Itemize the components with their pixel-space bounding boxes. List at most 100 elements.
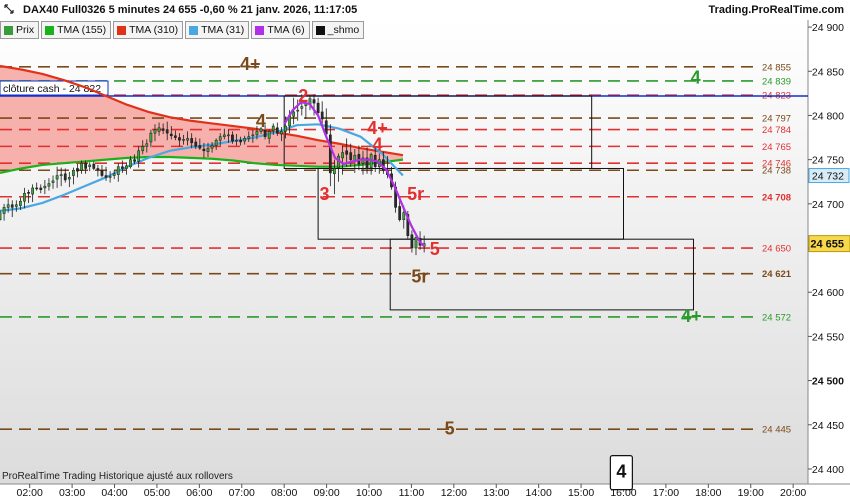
candle-body xyxy=(63,173,67,181)
level-label: 24 765 xyxy=(762,142,791,153)
candle-body xyxy=(398,206,402,220)
candle-body xyxy=(214,139,218,146)
candle-body xyxy=(169,133,173,137)
legend-label: TMA (155) xyxy=(57,24,107,36)
legend-swatch xyxy=(45,25,55,35)
candle-body xyxy=(14,204,18,207)
legend-item[interactable]: _shmo xyxy=(311,21,365,39)
candle-body xyxy=(284,125,287,132)
signal-label: 5 xyxy=(430,239,440,259)
legend-label: _shmo xyxy=(327,24,360,36)
candle-body xyxy=(88,164,92,167)
candle-body xyxy=(92,163,96,169)
candle-body xyxy=(271,125,275,131)
signal-label: 4 xyxy=(372,135,382,155)
candle-body xyxy=(198,145,202,149)
candle-body xyxy=(161,128,165,131)
candle-body xyxy=(125,165,128,169)
candle-body xyxy=(35,187,39,190)
level-label: 24 621 xyxy=(762,269,792,280)
legend-item[interactable]: TMA (31) xyxy=(185,21,250,39)
legend-item[interactable]: TMA (155) xyxy=(41,21,112,39)
x-tick-label: 04:00 xyxy=(101,487,127,499)
candle-body xyxy=(275,127,279,134)
candle-body xyxy=(51,180,55,183)
x-tick-label: 06:00 xyxy=(186,487,212,499)
candle-body xyxy=(120,166,124,169)
ma-31-value: 24 732 xyxy=(812,171,844,183)
price-chart[interactable]: 24 400 24 450 24 500 24 550 24 600 24 650 24 7… xyxy=(0,0,850,500)
signal-label: 3 xyxy=(319,184,329,204)
y-tick-label: 24 600 xyxy=(812,287,844,299)
legend-item[interactable]: TMA (310) xyxy=(113,21,184,39)
legend-item[interactable]: Prix xyxy=(0,21,40,39)
candle-body xyxy=(402,212,406,220)
candle-body xyxy=(157,127,161,132)
candle-body xyxy=(341,152,344,159)
candle-body xyxy=(235,139,238,142)
x-tick-label: 05:00 xyxy=(144,487,170,499)
candle-body xyxy=(153,129,157,134)
candle-body xyxy=(104,175,108,178)
y-tick-label: 24 850 xyxy=(812,66,844,78)
level-label: 24 650 xyxy=(762,244,791,255)
x-tick-label: 19:00 xyxy=(738,487,764,499)
level-label: 24 839 xyxy=(762,76,791,87)
candle-body xyxy=(133,159,136,162)
y-tick-label: 24 400 xyxy=(812,464,844,476)
y-tick-label: 24 700 xyxy=(812,199,844,211)
y-tick-label: 24 550 xyxy=(812,331,844,343)
candle-body xyxy=(10,204,14,208)
candle-body xyxy=(316,102,320,114)
y-tick-label: 24 900 xyxy=(812,22,844,34)
signal-label: 4+ xyxy=(240,54,261,74)
candle-body xyxy=(108,176,112,178)
candle-body xyxy=(251,134,255,137)
signal-label: 4 xyxy=(256,111,266,131)
legend-label: Prix xyxy=(16,24,35,36)
candle-body xyxy=(55,175,59,180)
candle-body xyxy=(333,168,336,175)
collapse-icon[interactable] xyxy=(4,4,14,14)
legend-swatch xyxy=(4,25,13,35)
candle-body xyxy=(43,185,47,189)
level-label: 24 708 xyxy=(762,192,791,203)
x-tick-label: 03:00 xyxy=(59,487,85,499)
candle-body xyxy=(23,192,26,202)
signal-label: 4 xyxy=(616,462,626,482)
candle-body xyxy=(206,147,210,152)
legend-label: TMA (6) xyxy=(267,24,305,36)
candle-body xyxy=(239,139,242,143)
indicator-legend: Prix TMA (155) TMA (310) TMA (31) TMA (6) _sh… xyxy=(0,21,366,39)
legend-label: TMA (310) xyxy=(129,24,179,36)
candle-body xyxy=(165,129,169,134)
candle-body xyxy=(100,169,104,176)
x-tick-label: 11:00 xyxy=(399,487,425,499)
candle-body xyxy=(345,150,349,155)
signal-label: 5r xyxy=(407,184,424,204)
x-tick-label: 20:00 xyxy=(780,487,806,499)
level-label: 24 797 xyxy=(762,114,791,125)
signal-label: 5r xyxy=(411,266,428,286)
current-price-value: 24 655 xyxy=(810,239,844,251)
candle-body xyxy=(300,106,304,109)
candle-body xyxy=(186,138,189,141)
site-name[interactable]: Trading.ProRealTime.com xyxy=(708,4,844,16)
candle-body xyxy=(414,237,418,249)
candle-body xyxy=(349,152,353,160)
candle-body xyxy=(80,162,83,171)
candle-body xyxy=(202,148,206,152)
candle-body xyxy=(222,134,226,137)
x-tick-label: 02:00 xyxy=(17,487,43,499)
x-tick-label: 08:00 xyxy=(271,487,297,499)
candle-body xyxy=(141,146,145,152)
x-tick-label: 09:00 xyxy=(313,487,339,499)
candle-body xyxy=(27,192,30,194)
candle-body xyxy=(145,143,149,147)
signal-label: 2 xyxy=(298,86,308,106)
candle-body xyxy=(194,141,198,147)
x-tick-label: 12:00 xyxy=(441,487,467,499)
instrument-title: DAX40 Full0326 5 minutes 24 655 -0,60 % … xyxy=(23,4,358,16)
y-tick-label: 24 750 xyxy=(812,155,844,167)
legend-item[interactable]: TMA (6) xyxy=(251,21,310,39)
